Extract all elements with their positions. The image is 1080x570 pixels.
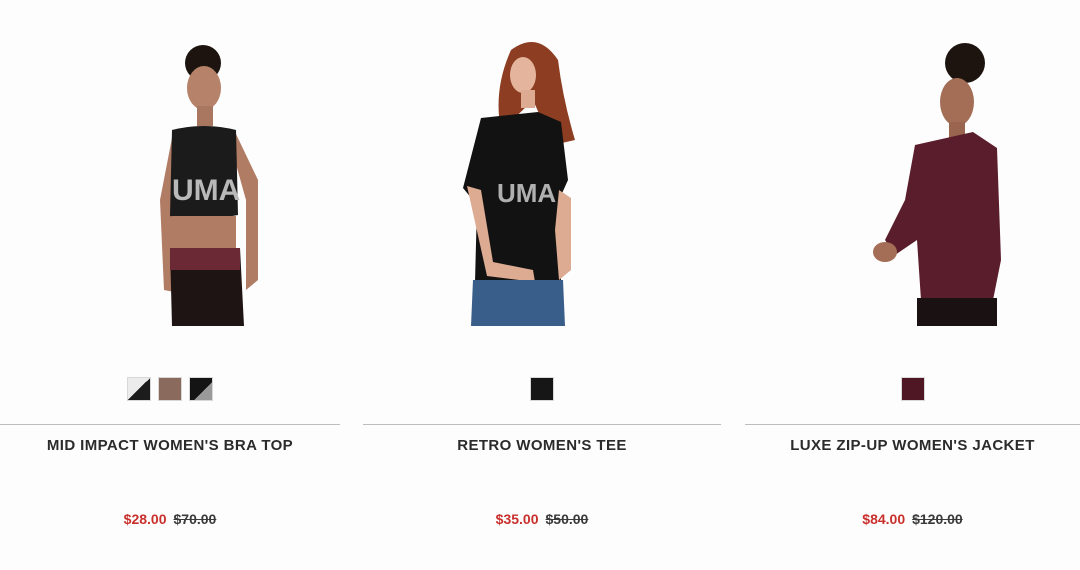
price: $35.00 $50.00 <box>363 511 721 527</box>
product-name[interactable]: RETRO WOMEN'S TEE <box>363 437 721 454</box>
product-card[interactable]: UMA RETRO WOMEN'S TEE $35.00 $50.00 <box>363 0 721 570</box>
swatch-black-silver[interactable] <box>189 377 213 401</box>
swatch-black[interactable] <box>530 377 554 401</box>
product-name[interactable]: LUXE ZIP-UP WOMEN'S JACKET <box>745 437 1080 454</box>
product-image[interactable]: UMA <box>363 30 721 330</box>
sale-price: $28.00 <box>123 511 167 527</box>
product-card[interactable]: LUXE ZIP-UP WOMEN'S JACKET $84.00 $120.0… <box>745 0 1080 570</box>
divider <box>0 424 340 425</box>
original-price: $70.00 <box>173 511 217 527</box>
price: $84.00 $120.00 <box>745 511 1080 527</box>
svg-text:UMA: UMA <box>497 178 556 208</box>
color-swatches <box>745 377 1080 401</box>
divider <box>745 424 1080 425</box>
original-price: $120.00 <box>912 511 963 527</box>
swatch-white-black[interactable] <box>127 377 151 401</box>
svg-text:UMA: UMA <box>172 174 240 207</box>
product-grid: UMA MID IMPACT WOMEN'S BRA TOP $28.00 $7… <box>0 0 1080 570</box>
divider <box>363 424 721 425</box>
color-swatches <box>0 377 340 401</box>
swatch-taupe[interactable] <box>158 377 182 401</box>
sale-price: $35.00 <box>495 511 539 527</box>
product-image[interactable]: UMA <box>0 30 340 330</box>
color-swatches <box>363 377 721 401</box>
price: $28.00 $70.00 <box>0 511 340 527</box>
original-price: $50.00 <box>545 511 589 527</box>
product-name[interactable]: MID IMPACT WOMEN'S BRA TOP <box>0 437 340 454</box>
product-image[interactable] <box>745 30 1080 330</box>
sale-price: $84.00 <box>862 511 906 527</box>
product-card[interactable]: UMA MID IMPACT WOMEN'S BRA TOP $28.00 $7… <box>0 0 340 570</box>
swatch-burgundy[interactable] <box>900 377 925 401</box>
